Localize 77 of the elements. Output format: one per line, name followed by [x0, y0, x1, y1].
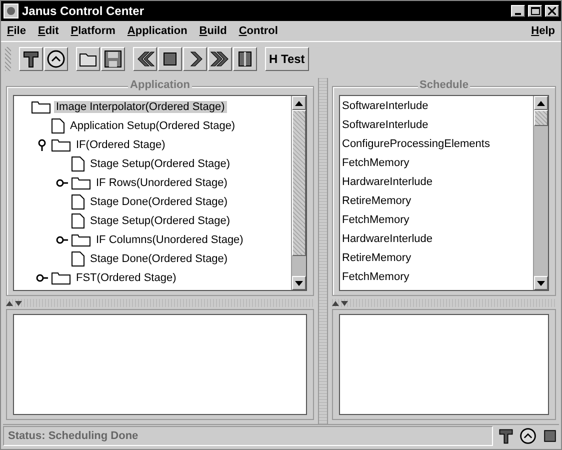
schedule-item[interactable]: FetchMemory	[342, 211, 531, 230]
toolbar-button[interactable]	[233, 47, 257, 71]
maximize-button[interactable]	[528, 5, 542, 17]
menu-item[interactable]: Edit	[38, 25, 59, 37]
scrollbar[interactable]	[533, 96, 548, 290]
toolbar-button[interactable]	[101, 47, 125, 71]
stop-icon	[541, 427, 559, 445]
down-arrow-icon	[341, 300, 348, 306]
tree-item[interactable]: IF Columns(Unordered Stage)	[94, 234, 246, 246]
up-arrow-icon	[295, 100, 303, 106]
panel-title: Application	[128, 79, 192, 91]
up-arrow-icon	[332, 300, 339, 306]
folder-icon	[71, 232, 91, 246]
schedule-item[interactable]: RetireMemory	[342, 192, 531, 211]
toolbar-button[interactable]	[76, 47, 100, 71]
down-arrow-icon	[537, 280, 545, 286]
toolbar-button[interactable]	[44, 47, 68, 71]
toolbar-button[interactable]	[183, 47, 207, 71]
collapsed-handle-icon[interactable]	[56, 234, 68, 246]
collapsed-handle-icon[interactable]	[36, 272, 48, 284]
tree-item[interactable]: Stage Setup(Ordered Stage)	[88, 214, 232, 226]
maximize-icon	[530, 7, 540, 15]
schedule-item[interactable]: HardwareInterlude	[342, 230, 531, 249]
close-button[interactable]	[545, 5, 559, 17]
double-right-chevron-icon	[210, 49, 230, 69]
toolbar-button[interactable]	[158, 47, 182, 71]
status-text: Status: Scheduling Done	[3, 426, 493, 446]
toolbar-button[interactable]	[208, 47, 232, 71]
menu-item[interactable]: Application	[127, 25, 188, 37]
tree-item[interactable]: IF(Ordered Stage)	[74, 138, 168, 150]
toolbar-button[interactable]: H Test	[265, 47, 309, 71]
schedule-item[interactable]: RetireMemory	[342, 249, 531, 268]
menu-item[interactable]: Build	[199, 25, 227, 37]
window-title: Janus Control Center	[22, 4, 146, 18]
down-arrow-icon	[15, 300, 22, 306]
toolbar-button[interactable]	[19, 47, 43, 71]
folder-icon	[51, 270, 71, 284]
folder-icon	[71, 176, 91, 190]
down-arrow-icon	[295, 280, 303, 286]
menu-item[interactable]: File	[7, 25, 26, 37]
schedule-item[interactable]: HardwareInterlude	[342, 173, 531, 192]
scrollbar[interactable]	[291, 96, 306, 290]
document-icon	[51, 118, 65, 134]
double-left-chevron-icon	[135, 49, 155, 69]
scrollbar-thumb[interactable]	[534, 110, 548, 126]
document-icon	[71, 250, 85, 266]
tree-item[interactable]: IF Rows(Unordered Stage)	[94, 176, 230, 188]
menu-item[interactable]: Help	[531, 25, 555, 37]
tree-item[interactable]: FST(Ordered Stage)	[74, 272, 178, 284]
schedule-item[interactable]: SoftwareInterlude	[342, 97, 531, 116]
panel-title: Schedule	[418, 79, 470, 91]
menu-item[interactable]: Control	[238, 25, 278, 37]
toolbar-grip[interactable]	[5, 47, 11, 71]
document-icon	[71, 156, 85, 172]
folder-icon	[31, 100, 51, 114]
folder-icon	[51, 138, 71, 152]
up-arrow-icon	[537, 100, 545, 106]
schedule-item[interactable]: ConfigureProcessingElements	[342, 135, 531, 154]
scrollbar-thumb[interactable]	[292, 110, 306, 256]
expanded-handle-icon[interactable]	[36, 138, 48, 150]
minimize-button[interactable]	[511, 5, 525, 17]
close-icon	[548, 7, 556, 15]
schedule-item[interactable]: SoftwareInterlude	[342, 116, 531, 135]
document-icon	[71, 212, 85, 228]
tree-item[interactable]: Image Interpolator(Ordered Stage)	[54, 100, 227, 112]
schedule-item[interactable]: FetchMemory	[342, 154, 531, 173]
up-arrow-icon	[6, 300, 13, 306]
tree-item[interactable]: Application Setup(Ordered Stage)	[68, 120, 238, 132]
toolbar-button[interactable]	[133, 47, 157, 71]
menu-item[interactable]: Platform	[70, 25, 116, 37]
tree-item[interactable]: Stage Done(Ordered Stage)	[88, 196, 230, 208]
tree-item[interactable]: Stage Done(Ordered Stage)	[88, 252, 230, 264]
app-icon	[3, 3, 19, 19]
schedule-item[interactable]: FetchMemory	[342, 268, 531, 287]
collapsed-handle-icon[interactable]	[56, 176, 68, 188]
tree-item[interactable]: Stage Setup(Ordered Stage)	[88, 158, 232, 170]
document-icon	[71, 194, 85, 210]
